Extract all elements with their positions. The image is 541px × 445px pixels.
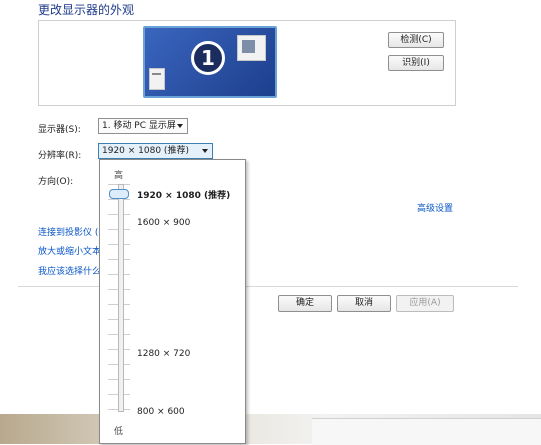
divider — [18, 286, 518, 287]
apply-button[interactable]: 应用(A) — [396, 295, 454, 312]
identify-button[interactable]: 识别(I) — [388, 55, 444, 71]
resolution-select-value: 1920 × 1080 (推荐) — [102, 146, 189, 156]
advanced-settings-link[interactable]: 高级设置 — [417, 201, 453, 214]
resolution-dropdown: 高 1920 × 1080 (推荐) 1600 × 900 1280 × 720… — [99, 159, 246, 444]
resolution-option[interactable]: 1600 × 900 — [137, 218, 190, 228]
resolution-option[interactable]: 1920 × 1080 (推荐) — [137, 188, 230, 201]
display-preview-area: 1 检测(C) 识别(I) — [38, 20, 456, 106]
page-title: 更改显示器的外观 — [38, 3, 135, 17]
ok-button[interactable]: 确定 — [278, 295, 332, 312]
chevron-down-icon — [177, 124, 183, 128]
resolution-slider-thumb[interactable] — [109, 189, 129, 199]
high-label: 高 — [114, 171, 124, 181]
text-size-link[interactable]: 放大或缩小文本 — [38, 244, 101, 257]
low-label: 低 — [114, 427, 124, 437]
orientation-label: 方向(O): — [38, 177, 74, 187]
resolution-option[interactable]: 800 × 600 — [137, 407, 185, 417]
chevron-down-icon — [202, 149, 208, 153]
display-label: 显示器(S): — [38, 125, 81, 135]
monitor-number-badge: 1 — [191, 41, 225, 75]
window-icon — [237, 35, 266, 61]
resolution-label: 分辨率(R): — [38, 151, 82, 161]
window-icon — [149, 68, 165, 90]
display-select[interactable]: 1. 移动 PC 显示屏 — [98, 118, 188, 134]
resolution-option[interactable]: 1280 × 720 — [137, 349, 190, 359]
detect-button[interactable]: 检测(C) — [388, 32, 444, 48]
display-select-value: 1. 移动 PC 显示屏 — [102, 121, 176, 131]
resolution-select[interactable]: 1920 × 1080 (推荐) — [98, 143, 213, 159]
resolution-slider-track[interactable] — [118, 184, 124, 412]
background-window — [312, 418, 541, 445]
monitor-1-thumbnail[interactable]: 1 — [143, 26, 277, 98]
which-settings-link[interactable]: 我应该选择什么 — [38, 264, 101, 277]
cancel-button[interactable]: 取消 — [337, 295, 391, 312]
connect-projector-link[interactable]: 连接到投影仪 ( — [38, 225, 98, 238]
